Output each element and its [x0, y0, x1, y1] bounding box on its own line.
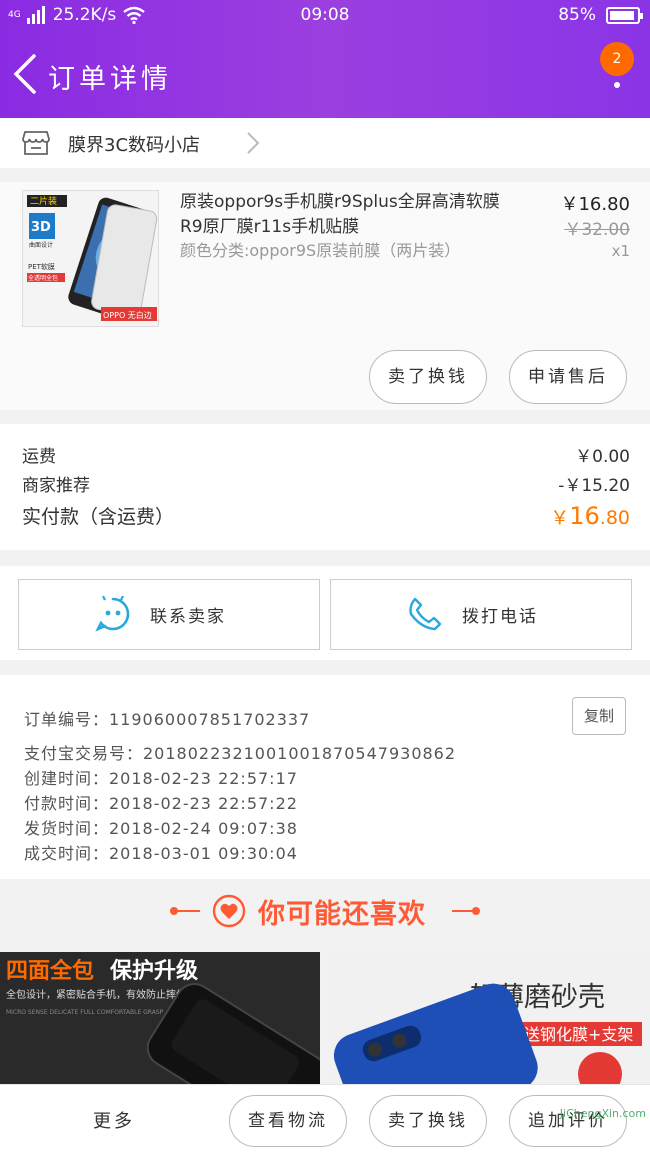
product-original-price: ￥32.00	[564, 220, 630, 240]
phone-icon	[409, 597, 442, 631]
shipped-time: 发货时间：2018-02-24 09:07:38	[24, 819, 298, 838]
call-button[interactable]: 拨打电话	[330, 579, 632, 650]
paid-label: 实付款（含运费）	[22, 506, 175, 528]
heart-circle-icon	[212, 894, 246, 928]
chevron-right-icon	[246, 131, 260, 161]
paid-time: 付款时间：2018-02-23 22:57:22	[24, 794, 298, 813]
view-logistics-button[interactable]: 查看物流	[229, 1095, 347, 1147]
alipay-number: 支付宝交易号：2018022321001001870547930862	[24, 744, 457, 763]
bottom-action-bar: 更多 查看物流 卖了换钱 追加评价 JiChengXin.com	[0, 1084, 650, 1155]
contact-seller-button[interactable]: 联系卖家	[18, 579, 320, 650]
product-spec: 颜色分类:oppor9S原装前膜（两片装）	[180, 241, 461, 260]
product-name[interactable]: 原装oppor9s手机膜r9Splus全屏高清软膜R9原厂膜r11s手机贴膜	[180, 190, 510, 240]
product-price: ￥16.80	[560, 194, 630, 215]
card1-subtitle-en: MICRO SENSE DELICATE FULL COMFORTABLE GR…	[6, 1009, 164, 1016]
thumb-tag-3: 曲面设计	[29, 241, 53, 249]
clock: 09:08	[300, 5, 350, 25]
right-dot	[472, 907, 480, 915]
resell-bottom-button[interactable]: 卖了换钱	[369, 1095, 487, 1147]
call-label: 拨打电话	[462, 607, 538, 627]
shipping-value: ￥0.00	[575, 447, 630, 467]
card1-title-a: 四面全包	[6, 958, 94, 984]
paid-row: 实付款（含运费） ￥16.80	[22, 502, 630, 530]
paid-value: ￥16.80	[550, 502, 630, 530]
aftersale-button[interactable]: 申请售后	[509, 350, 627, 404]
product-quantity: x1	[611, 242, 630, 260]
recommend-card[interactable]: 轻薄磨砂壳 送钢化膜+支架	[330, 952, 650, 1084]
app-header: 订单详情 2	[0, 32, 650, 118]
watermark: JiChengXin.com	[559, 1107, 646, 1120]
left-divider	[176, 910, 200, 912]
store-icon	[22, 131, 50, 155]
product-card: 二片装 3D 曲面设计 PET软膜 全透明全包 OPPO 无白边 原装oppor…	[0, 182, 650, 410]
thumb-tag-6: OPPO 无白边	[103, 310, 152, 320]
cost-summary: 运费 ￥0.00 商家推荐 -￥15.20 实付款（含运费） ￥16.80	[0, 424, 650, 550]
contact-seller-label: 联系卖家	[150, 607, 226, 627]
shipping-label: 运费	[22, 447, 56, 467]
battery-icon	[606, 6, 643, 24]
copy-button[interactable]: 复制	[572, 697, 626, 735]
recommend-label: 商家推荐	[22, 476, 90, 496]
paid-currency: ￥	[550, 507, 570, 529]
paid-dec: .80	[599, 507, 630, 529]
thumb-tag-5: 全透明全包	[28, 274, 58, 282]
shop-row[interactable]: 膜界3C数码小店	[0, 118, 650, 168]
card1-subtitle: 全包设计，紧密贴合手机，有效防止摔伤	[6, 988, 186, 1001]
chat-face-icon	[95, 596, 130, 632]
contact-section: 联系卖家 拨打电话	[0, 566, 650, 660]
recommend-title: 你可能还喜欢	[258, 899, 426, 930]
recommend-value: -￥15.20	[558, 476, 630, 496]
notification-badge[interactable]: 2	[600, 42, 634, 76]
status-bar: 4G 25.2K/s 09:08 85%	[0, 0, 650, 32]
add-review-button[interactable]: 追加评价	[509, 1095, 627, 1147]
paid-int: 16	[569, 502, 600, 530]
more-button[interactable]: 更多	[93, 1107, 135, 1133]
shipping-row: 运费 ￥0.00	[22, 442, 630, 467]
resell-button[interactable]: 卖了换钱	[369, 350, 487, 404]
shop-name: 膜界3C数码小店	[68, 135, 201, 156]
thumb-tag-4: PET软膜	[28, 262, 55, 271]
order-info: 订单编号：119060007851702337 复制 支付宝交易号：201802…	[0, 675, 650, 879]
completed-time: 成交时间：2018-03-01 09:30:04	[24, 844, 298, 863]
page-title: 订单详情	[48, 64, 172, 95]
created-time: 创建时间：2018-02-23 22:57:17	[24, 769, 298, 788]
back-arrow-icon[interactable]	[10, 52, 44, 96]
recommend-row: 商家推荐 -￥15.20	[22, 471, 630, 496]
card2-tag: 送钢化膜+支架	[524, 1025, 633, 1044]
thumb-tag-2: 3D	[31, 220, 51, 235]
order-number: 订单编号：119060007851702337	[24, 710, 311, 729]
recommend-card[interactable]: 四面全包 保护升级 全包设计，紧密贴合手机，有效防止摔伤 MICRO SENSE…	[0, 952, 320, 1084]
product-thumbnail[interactable]: 二片装 3D 曲面设计 PET软膜 全透明全包 OPPO 无白边	[22, 190, 159, 327]
thumb-tag-1: 二片装	[30, 195, 57, 207]
card1-title-b: 保护升级	[109, 958, 198, 984]
recommend-header: 你可能还喜欢	[0, 880, 650, 942]
battery-percent: 85%	[558, 5, 596, 25]
